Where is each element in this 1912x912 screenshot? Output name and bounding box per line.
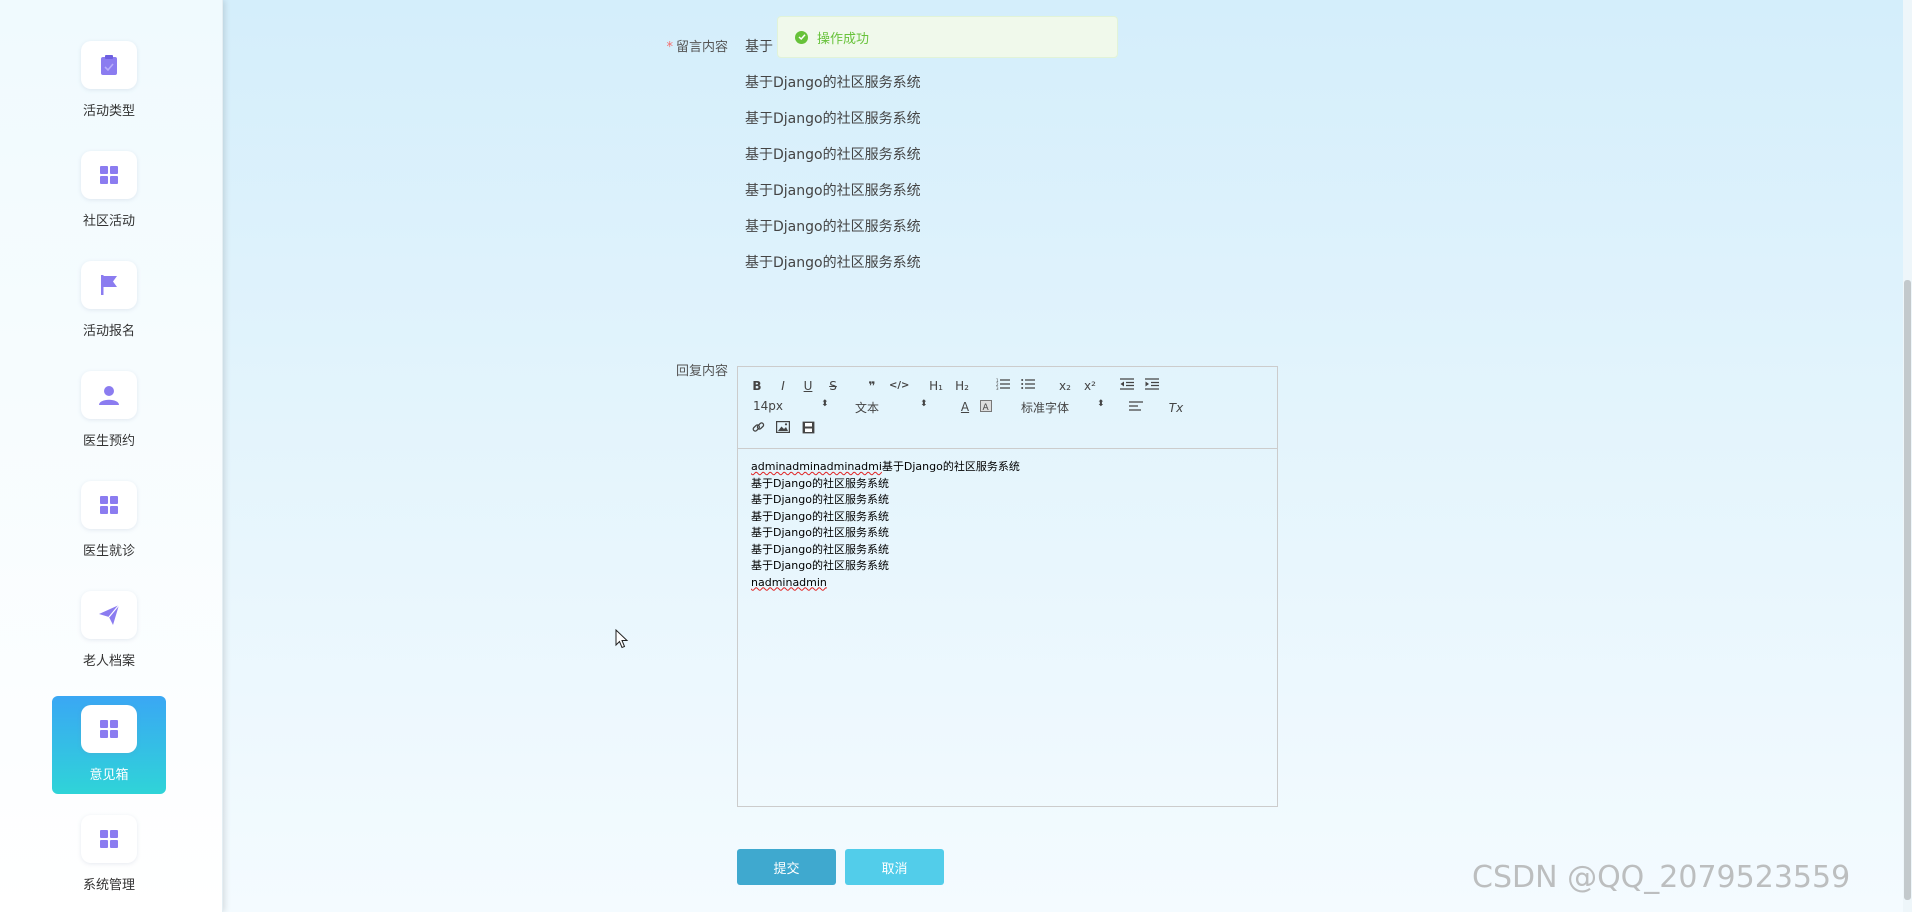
underline-button[interactable]: U bbox=[801, 378, 815, 394]
sidebar-item-label: 社区活动 bbox=[82, 214, 135, 229]
header-1-button[interactable]: H₁ bbox=[926, 378, 946, 394]
message-line: 基于Django的社区服务系统 bbox=[745, 183, 921, 199]
message-line: 基于Django的社区服务系统 bbox=[745, 255, 921, 271]
mouse-cursor-icon bbox=[615, 628, 629, 653]
video-icon[interactable] bbox=[800, 421, 816, 437]
message-line: 基于Django的社区服务系统 bbox=[745, 75, 921, 91]
editor-line: 基于Django的社区服务系统 bbox=[751, 526, 889, 539]
editor-line: adminadminadminadmi基于Django的社区服务系统 bbox=[751, 459, 1020, 476]
rich-text-editor[interactable]: B I U S ❞ </> H₁ H₂ 123 x₂ x² 14px ⬍ 文本 … bbox=[737, 366, 1278, 807]
editor-line: 基于Django的社区服务系统 bbox=[751, 476, 889, 490]
sidebar-item-activity-type[interactable]: 活动类型 bbox=[52, 32, 166, 130]
background-color-icon[interactable]: A bbox=[979, 400, 993, 416]
editor-content[interactable]: adminadminadminadmi基于Django的社区服务系统 基于Dja… bbox=[751, 459, 1020, 591]
spell-error-text: adminadminadminadmi bbox=[751, 460, 882, 473]
required-mark: * bbox=[666, 40, 673, 55]
superscript-button[interactable]: x² bbox=[1081, 378, 1099, 394]
sidebar-item-suggestion-box[interactable]: 意见箱 bbox=[52, 696, 166, 794]
message-line: 基于Django的社区服务系统 bbox=[745, 219, 921, 235]
font-family-select[interactable]: 标准字体 ⬍ bbox=[1021, 399, 1111, 415]
editor-line: nadminadmin bbox=[751, 575, 1020, 592]
svg-text:A: A bbox=[983, 403, 990, 412]
editor-toolbar: B I U S ❞ </> H₁ H₂ 123 x₂ x² 14px ⬍ 文本 … bbox=[738, 367, 1277, 449]
sidebar-item-doctor-visit[interactable]: 医生就诊 bbox=[52, 472, 166, 570]
sidebar-item-label: 系统管理 bbox=[82, 878, 135, 893]
font-size-select[interactable]: 14px ⬍ bbox=[753, 399, 833, 415]
svg-text:3: 3 bbox=[996, 386, 999, 390]
grid-icon bbox=[81, 151, 137, 199]
sidebar-item-label: 意见箱 bbox=[89, 768, 129, 783]
font-size-value: 14px bbox=[753, 399, 783, 413]
message-label: * 留言内容 bbox=[608, 36, 728, 55]
header-select-value: 文本 bbox=[855, 401, 880, 415]
reply-label: 回复内容 bbox=[675, 364, 728, 379]
bold-button[interactable]: B bbox=[750, 378, 764, 394]
sidebar-item-label: 活动类型 bbox=[82, 104, 135, 119]
subscript-button[interactable]: x₂ bbox=[1056, 378, 1074, 394]
message-line: 基于 bbox=[745, 39, 773, 55]
toast-message: 操作成功 bbox=[817, 31, 870, 47]
editor-line: 基于Django的社区服务系统 bbox=[751, 559, 889, 572]
check-circle-icon bbox=[795, 30, 808, 44]
submit-button[interactable]: 提交 bbox=[737, 849, 836, 885]
select-arrows-icon: ⬍ bbox=[920, 399, 928, 409]
outdent-icon[interactable] bbox=[1119, 378, 1135, 394]
image-icon[interactable] bbox=[775, 421, 791, 437]
page-scrollbar[interactable] bbox=[1903, 0, 1912, 912]
message-label-text: 留言内容 bbox=[675, 40, 728, 55]
strike-button[interactable]: S bbox=[826, 378, 840, 394]
header-2-button[interactable]: H₂ bbox=[952, 378, 972, 394]
sidebar: 活动类型 社区活动 活动报名 医生预约 医生就诊 老人档案 意见箱 系统管理 bbox=[0, 0, 223, 912]
sidebar-item-activity-signup[interactable]: 活动报名 bbox=[52, 252, 166, 350]
sidebar-item-system-management[interactable]: 系统管理 bbox=[52, 806, 166, 904]
editor-line: 基于Django的社区服务系统 bbox=[751, 509, 889, 523]
spell-error-text: nadminadmin bbox=[751, 575, 827, 589]
code-block-button[interactable]: </> bbox=[889, 378, 909, 394]
editor-line: 基于Django的社区服务系统 bbox=[751, 493, 889, 506]
watermark: CSDN @QQ_2079523559 bbox=[1472, 860, 1851, 895]
header-select[interactable]: 文本 ⬍ bbox=[855, 399, 935, 415]
ordered-list-icon[interactable]: 123 bbox=[995, 378, 1011, 394]
font-family-value: 标准字体 bbox=[1021, 401, 1070, 415]
sidebar-item-label: 医生就诊 bbox=[82, 544, 135, 559]
clear-format-button[interactable]: Tx bbox=[1168, 400, 1184, 416]
sidebar-item-community-activity[interactable]: 社区活动 bbox=[52, 142, 166, 240]
sidebar-item-elder-archive[interactable]: 老人档案 bbox=[52, 582, 166, 680]
italic-button[interactable]: I bbox=[776, 378, 790, 394]
text-color-button[interactable]: A bbox=[958, 399, 972, 415]
paper-plane-icon bbox=[81, 591, 137, 639]
grid-icon bbox=[81, 705, 137, 753]
grid-icon bbox=[81, 481, 137, 529]
clipboard-icon bbox=[81, 41, 137, 89]
editor-line: 基于Django的社区服务系统 bbox=[751, 542, 889, 556]
align-icon[interactable] bbox=[1128, 400, 1144, 416]
grid-icon bbox=[81, 815, 137, 863]
blockquote-button[interactable]: ❞ bbox=[864, 378, 880, 394]
bullet-list-icon[interactable] bbox=[1020, 378, 1036, 394]
cancel-button[interactable]: 取消 bbox=[845, 849, 944, 885]
sidebar-item-label: 老人档案 bbox=[82, 654, 135, 669]
success-toast: 操作成功 bbox=[777, 16, 1118, 58]
message-line: 基于Django的社区服务系统 bbox=[745, 111, 921, 127]
editor-line-text: 基于Django的社区服务系统 bbox=[881, 460, 1020, 473]
indent-icon[interactable] bbox=[1144, 378, 1160, 394]
message-line: 基于Django的社区服务系统 bbox=[745, 147, 921, 163]
select-arrows-icon: ⬍ bbox=[1097, 399, 1105, 409]
sidebar-item-label: 医生预约 bbox=[82, 434, 135, 449]
select-arrows-icon: ⬍ bbox=[821, 399, 829, 409]
scrollbar-thumb[interactable] bbox=[1904, 280, 1911, 900]
user-icon bbox=[81, 371, 137, 419]
sidebar-item-doctor-appointment[interactable]: 医生预约 bbox=[52, 362, 166, 460]
link-icon[interactable] bbox=[750, 421, 766, 437]
flag-icon bbox=[81, 261, 137, 309]
sidebar-item-label: 活动报名 bbox=[82, 324, 135, 339]
